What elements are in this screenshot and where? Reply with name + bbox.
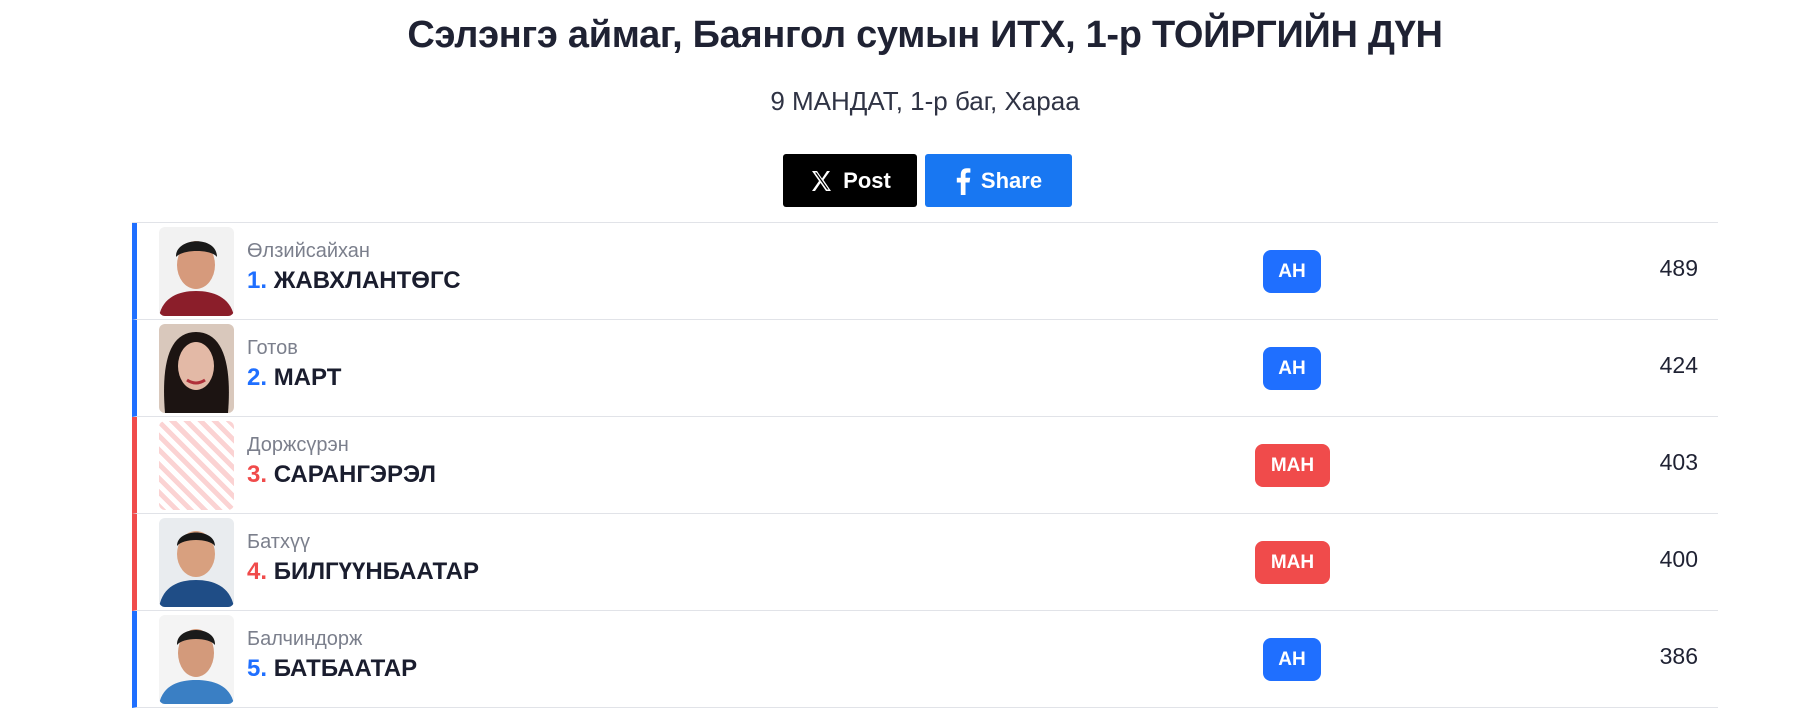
facebook-icon — [956, 167, 971, 195]
candidate-name: 2. МАРТ — [247, 362, 341, 394]
candidate-number: 4. — [247, 558, 268, 585]
candidate-names: Балчиндорж 5. БАТБААТАР — [247, 627, 417, 685]
party-badge: МАН — [1255, 444, 1330, 487]
candidate-number: 2. — [247, 364, 268, 391]
vote-count: 424 — [1659, 352, 1698, 378]
candidate-number: 5. — [247, 655, 268, 682]
candidate-name: 4. БИЛГҮҮНБААТАР — [247, 556, 479, 588]
vote-count: 386 — [1659, 643, 1698, 669]
vote-count: 489 — [1659, 255, 1698, 281]
share-facebook-button[interactable]: Share — [925, 154, 1072, 207]
candidate-given-name: ЖАВХЛАНТӨГС — [273, 267, 461, 294]
candidate-row[interactable]: Доржсүрэн 3. САРАНГЭРЭЛ МАН 403 — [132, 417, 1718, 514]
page-subtitle: 9 МАНДАТ, 1-р баг, Хараа — [770, 86, 1080, 116]
candidate-number: 3. — [247, 461, 268, 488]
candidate-name: 5. БАТБААТАР — [247, 653, 417, 685]
candidate-row[interactable]: Батхүү 4. БИЛГҮҮНБААТАР МАН 400 — [132, 514, 1718, 611]
vote-count: 400 — [1659, 546, 1698, 572]
x-logo-icon — [812, 170, 832, 191]
candidate-photo — [159, 227, 234, 316]
candidate-photo — [159, 324, 234, 413]
post-x-label: Post — [843, 167, 891, 193]
candidate-row[interactable]: Балчиндорж 5. БАТБААТАР АН 386 — [132, 611, 1718, 708]
candidate-given-name: САРАНГЭРЭЛ — [273, 461, 437, 488]
candidate-row[interactable]: Готов 2. МАРТ АН 424 — [132, 320, 1718, 417]
candidate-names: Готов 2. МАРТ — [247, 336, 341, 394]
vote-count: 403 — [1659, 449, 1698, 475]
candidate-photo-placeholder — [159, 421, 234, 510]
candidate-patronymic: Доржсүрэн — [247, 434, 349, 456]
candidate-name: 1. ЖАВХЛАНТӨГС — [247, 265, 461, 297]
candidate-patronymic: Батхүү — [247, 531, 310, 553]
share-bar: Post Share — [783, 154, 1072, 207]
party-badge: АН — [1263, 250, 1321, 293]
candidate-name: 3. САРАНГЭРЭЛ — [247, 459, 436, 491]
share-facebook-label: Share — [980, 167, 1043, 193]
candidate-given-name: БАТБААТАР — [273, 655, 418, 682]
results-list: Өлзийсайхан 1. ЖАВХЛАНТӨГС АН 489 Готов … — [132, 222, 1718, 708]
candidate-patronymic: Өлзийсайхан — [247, 240, 370, 262]
party-badge: МАН — [1255, 541, 1330, 584]
party-badge: АН — [1263, 638, 1321, 681]
candidate-patronymic: Готов — [247, 337, 298, 359]
candidate-photo — [159, 615, 234, 704]
candidate-patronymic: Балчиндорж — [247, 628, 363, 650]
candidate-names: Өлзийсайхан 1. ЖАВХЛАНТӨГС — [247, 239, 461, 297]
candidate-names: Доржсүрэн 3. САРАНГЭРЭЛ — [247, 433, 436, 491]
candidate-row[interactable]: Өлзийсайхан 1. ЖАВХЛАНТӨГС АН 489 — [132, 223, 1718, 320]
candidate-given-name: МАРТ — [273, 364, 342, 391]
candidate-number: 1. — [247, 267, 268, 294]
candidate-given-name: БИЛГҮҮНБААТАР — [273, 558, 479, 585]
candidate-photo — [159, 518, 234, 607]
page-title: Сэлэнгэ аймаг, Баянгол сумын ИТХ, 1-р ТО… — [407, 14, 1443, 56]
post-x-button[interactable]: Post — [783, 154, 917, 207]
party-badge: АН — [1263, 347, 1321, 390]
candidate-names: Батхүү 4. БИЛГҮҮНБААТАР — [247, 530, 479, 588]
